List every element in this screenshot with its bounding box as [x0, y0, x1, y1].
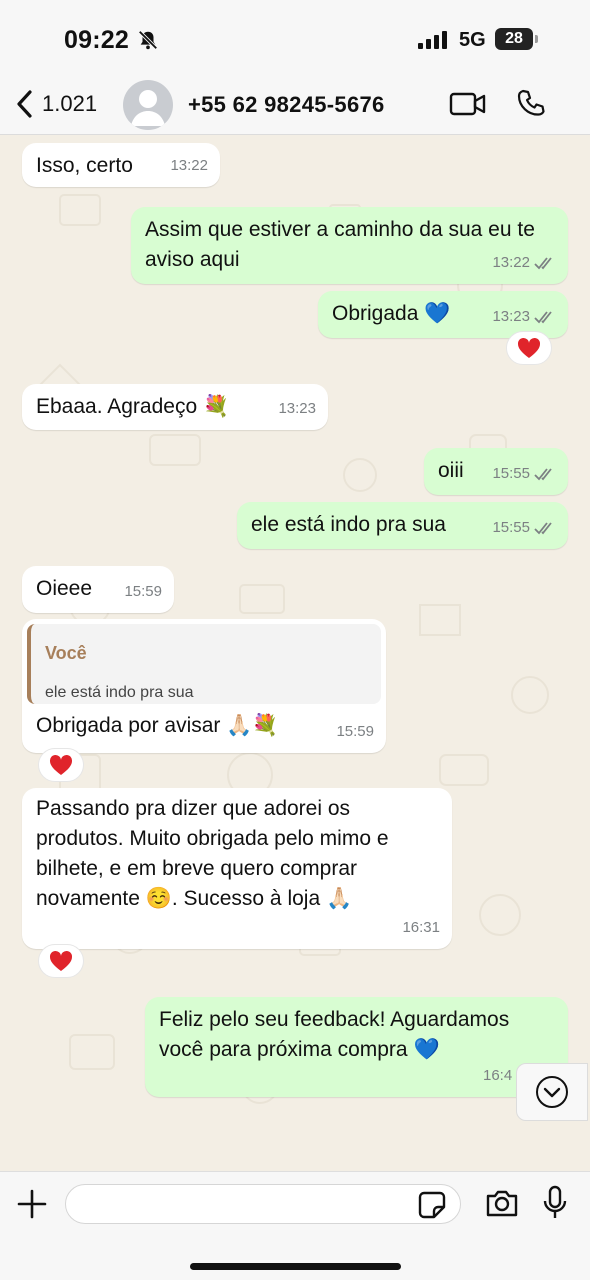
message-text: oiii: [438, 459, 464, 482]
message-text: Oieee: [36, 577, 93, 600]
message-text: Obrigada 💙: [332, 302, 451, 325]
quote-text: ele está indo pra sua: [45, 684, 194, 701]
message-outgoing[interactable]: ele está indo pra sua 15:55: [237, 502, 568, 549]
heart-reaction[interactable]: [506, 331, 552, 365]
camera-icon[interactable]: [485, 1188, 519, 1218]
message-input[interactable]: [66, 1185, 460, 1223]
message-outgoing[interactable]: Assim que estiver a caminho da sua eu te…: [131, 207, 568, 284]
message-time: 15:55: [492, 513, 556, 543]
message-incoming[interactable]: Oieee 15:59: [22, 566, 174, 613]
unread-count: 1.021: [42, 91, 98, 116]
message-field[interactable]: [65, 1184, 461, 1224]
contact-name[interactable]: +55 62 98245-5676: [188, 92, 385, 118]
message-text: Assim que estiver a caminho da sua eu te…: [145, 218, 535, 271]
message-text: Passando pra dizer que adorei os produto…: [36, 797, 389, 910]
double-check-icon: [534, 522, 552, 535]
heart-icon: [49, 950, 73, 971]
heart-icon: [49, 754, 73, 775]
message-incoming[interactable]: Ebaaa. Agradeço 💐 13:23: [22, 384, 328, 430]
quoted-message[interactable]: Você ele está indo pra sua: [27, 624, 381, 704]
input-bar: [0, 1171, 590, 1280]
bell-muted-icon: [138, 30, 158, 50]
message-text: Isso, certo: [36, 154, 133, 177]
status-bar: 09:22 5G 28: [0, 0, 590, 80]
heart-icon: [517, 337, 541, 358]
message-outgoing[interactable]: Feliz pelo seu feedback! Aguardamos você…: [145, 997, 568, 1097]
quote-author: Você: [45, 643, 87, 663]
message-time: 16:31: [402, 919, 440, 936]
back-button[interactable]: 1.021: [16, 89, 97, 119]
message-text: Ebaaa. Agradeço 💐: [36, 395, 230, 418]
chevron-down-circle-icon: [536, 1076, 568, 1108]
message-text: ele está indo pra sua: [251, 513, 446, 536]
person-icon: [131, 90, 165, 126]
message-time: 13:23: [492, 302, 556, 332]
double-check-icon: [534, 468, 552, 481]
home-indicator: [190, 1263, 401, 1270]
message-incoming[interactable]: Isso, certo 13:22: [22, 143, 220, 187]
double-check-icon: [534, 311, 552, 324]
sticker-icon[interactable]: [418, 1191, 446, 1219]
message-time: 15:59: [336, 723, 374, 740]
network-type: 5G: [459, 29, 486, 51]
message-time: 15:55: [492, 459, 556, 489]
signal-icon: [418, 31, 447, 49]
message-time: 13:22: [492, 248, 556, 278]
message-incoming[interactable]: Passando pra dizer que adorei os produto…: [22, 788, 452, 949]
message-incoming-reply[interactable]: Você ele está indo pra sua Obrigada por …: [22, 619, 386, 753]
status-time: 09:22: [64, 26, 129, 54]
message-outgoing[interactable]: oiii 15:55: [424, 448, 568, 495]
chat-area[interactable]: Isso, certo 13:22 Assim que estiver a ca…: [0, 135, 590, 1171]
message-time: 13:23: [278, 400, 316, 417]
heart-reaction[interactable]: [38, 748, 84, 782]
heart-reaction[interactable]: [38, 944, 84, 978]
plus-icon[interactable]: [16, 1188, 48, 1220]
microphone-icon[interactable]: [542, 1185, 568, 1221]
message-time: 13:22: [170, 157, 208, 174]
chat-header: 1.021 +55 62 98245-5676: [0, 80, 590, 135]
avatar[interactable]: [123, 80, 173, 130]
message-time: 16:4: [483, 1067, 513, 1084]
scroll-to-bottom-button[interactable]: [516, 1063, 588, 1121]
double-check-icon: [534, 257, 552, 270]
message-time: 15:59: [124, 583, 162, 600]
message-text: Feliz pelo seu feedback! Aguardamos você…: [159, 1008, 510, 1061]
chevron-left-icon: [17, 90, 32, 118]
battery-tip: [535, 35, 538, 43]
video-call-icon[interactable]: [449, 90, 487, 118]
message-text: Obrigada por avisar 🙏🏻💐: [36, 714, 279, 737]
battery-icon: 28: [495, 28, 533, 50]
phone-call-icon[interactable]: [516, 88, 546, 118]
